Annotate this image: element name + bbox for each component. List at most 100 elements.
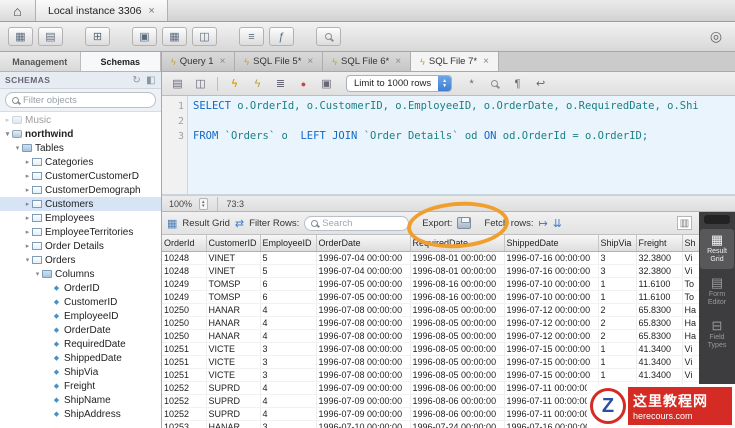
grid-cell[interactable]: 2 <box>598 316 636 329</box>
grid-cell[interactable]: 41.3400 <box>636 342 682 355</box>
tab-close-icon[interactable]: × <box>395 56 401 67</box>
column-header-orderid[interactable]: OrderId <box>162 235 206 251</box>
grid-cell[interactable]: 1996-08-01 00:00:00 <box>410 251 504 264</box>
grid-cell[interactable]: 10248 <box>162 264 206 277</box>
grid-cell[interactable]: 3 <box>598 251 636 264</box>
tree-item-columns[interactable]: ▾Columns <box>0 267 161 281</box>
grid-cell[interactable]: 1996-08-05 00:00:00 <box>410 355 504 368</box>
fetch-next-icon[interactable]: ↦ <box>539 217 548 230</box>
grid-cell[interactable]: 1996-07-12 00:00:00 <box>504 316 598 329</box>
stop-icon[interactable]: ● <box>295 76 312 92</box>
column-header-customerid[interactable]: CustomerID <box>206 235 260 251</box>
grid-cell[interactable]: 1996-07-12 00:00:00 <box>504 303 598 316</box>
connection-tab[interactable]: Local instance 3306 × <box>36 0 168 21</box>
grid-cell[interactable]: Ha <box>682 316 699 329</box>
grid-cell[interactable]: 1996-07-10 00:00:00 <box>316 420 410 428</box>
column-header-orderdate[interactable]: OrderDate <box>316 235 410 251</box>
limit-rows-select[interactable]: Limit to 1000 rows ▲ ▼ <box>346 75 452 92</box>
disclosure-triangle-icon[interactable]: ▾ <box>23 256 32 264</box>
grid-cell[interactable]: 2 <box>598 303 636 316</box>
create-function-icon[interactable]: ƒ <box>269 27 294 46</box>
side-panel-field-types[interactable]: ⊟Field Types <box>700 315 734 355</box>
editor-tab-sql-file-7[interactable]: ϟSQL File 7*× <box>411 52 499 71</box>
grid-cell[interactable]: 65.8300 <box>636 303 682 316</box>
grid-cell[interactable]: 1996-08-05 00:00:00 <box>410 329 504 342</box>
grid-cell[interactable]: TOMSP <box>206 290 260 303</box>
grid-cell[interactable]: 32.3800 <box>636 264 682 277</box>
grid-cell[interactable]: 3 <box>260 342 316 355</box>
open-script-icon[interactable]: ▤ <box>169 76 186 92</box>
tab-close-icon[interactable]: × <box>307 56 313 67</box>
grid-cell[interactable]: 1996-07-08 00:00:00 <box>316 355 410 368</box>
grid-cell[interactable]: 1996-07-12 00:00:00 <box>504 329 598 342</box>
grid-cell[interactable]: 1996-08-05 00:00:00 <box>410 316 504 329</box>
save-script-icon[interactable]: ◫ <box>192 76 209 92</box>
grid-cell[interactable]: 10252 <box>162 381 206 394</box>
grid-cell[interactable]: 1996-07-15 00:00:00 <box>504 342 598 355</box>
export-recordset-icon[interactable] <box>457 217 471 229</box>
refresh-grid-icon[interactable]: ⇄ <box>235 217 244 230</box>
grid-cell[interactable]: To <box>682 277 699 290</box>
explain-icon[interactable]: ≣ <box>272 76 289 92</box>
create-schema-icon[interactable]: ▣ <box>132 27 157 46</box>
code-area[interactable]: SELECT o.OrderId, o.CustomerID, o.Employ… <box>188 96 735 194</box>
refresh-schemas-icon[interactable]: ↻ <box>132 75 141 86</box>
grid-cell[interactable]: 1996-07-10 00:00:00 <box>504 277 598 290</box>
grid-cell[interactable]: 1996-07-11 00:00:00 <box>504 381 598 394</box>
grid-cell[interactable]: 1996-08-05 00:00:00 <box>410 303 504 316</box>
grid-cell[interactable]: HANAR <box>206 420 260 428</box>
editor-tab-query-1[interactable]: ϟQuery 1× <box>162 52 235 71</box>
tree-item-orderid[interactable]: ◆OrderID <box>0 281 161 295</box>
tree-item-employeeterritories[interactable]: ▸EmployeeTerritories <box>0 225 161 239</box>
grid-cell[interactable]: To <box>682 290 699 303</box>
fetch-all-icon[interactable]: ⇊ <box>553 217 562 230</box>
grid-cell[interactable]: Vi <box>682 342 699 355</box>
grid-cell[interactable]: 1996-07-15 00:00:00 <box>504 355 598 368</box>
side-panel-form-editor[interactable]: ▤Form Editor <box>700 272 734 312</box>
tree-item-shippeddate[interactable]: ◆ShippedDate <box>0 351 161 365</box>
grid-cell[interactable]: 1996-07-11 00:00:00 <box>504 407 598 420</box>
grid-cell[interactable]: 1996-07-08 00:00:00 <box>316 329 410 342</box>
grid-cell[interactable]: HANAR <box>206 316 260 329</box>
zoom-stepper[interactable]: ▴ ▾ <box>199 198 208 210</box>
grid-cell[interactable]: 6 <box>260 290 316 303</box>
tree-item-customerid[interactable]: ◆CustomerID <box>0 295 161 309</box>
grid-cell[interactable]: 4 <box>260 316 316 329</box>
tree-item-categories[interactable]: ▸Categories <box>0 155 161 169</box>
beautify-icon[interactable]: * <box>463 76 480 92</box>
grid-cell[interactable]: SUPRD <box>206 381 260 394</box>
grid-cell[interactable]: 1996-07-05 00:00:00 <box>316 290 410 303</box>
disclosure-triangle-icon[interactable]: ▸ <box>3 116 12 124</box>
search-data-icon[interactable] <box>316 27 341 46</box>
grid-cell[interactable]: VICTE <box>206 342 260 355</box>
grid-cell[interactable]: 1996-07-04 00:00:00 <box>316 251 410 264</box>
tab-management[interactable]: Management <box>0 52 81 71</box>
editor-tab-sql-file-5[interactable]: ϟSQL File 5*× <box>235 52 323 71</box>
toggle-stop-on-error-icon[interactable]: ▣ <box>318 76 335 92</box>
filter-objects-input[interactable]: Filter objects <box>5 92 156 108</box>
grid-cell[interactable]: 1996-07-08 00:00:00 <box>316 303 410 316</box>
grid-cell[interactable]: 10250 <box>162 303 206 316</box>
grid-cell[interactable]: 10250 <box>162 316 206 329</box>
disclosure-triangle-icon[interactable]: ▸ <box>23 228 32 236</box>
disclosure-triangle-icon[interactable]: ▸ <box>23 200 32 208</box>
grid-cell[interactable]: Vi <box>682 251 699 264</box>
disclosure-triangle-icon[interactable]: ▸ <box>23 214 32 222</box>
tree-item-music[interactable]: ▸Music <box>0 113 161 127</box>
grid-cell[interactable]: 1996-07-15 00:00:00 <box>504 368 598 381</box>
grid-cell[interactable]: 4 <box>260 381 316 394</box>
collapse-panel-icon[interactable]: ◧ <box>146 75 156 86</box>
grid-cell[interactable]: 10251 <box>162 368 206 381</box>
grid-cell[interactable]: 1996-08-06 00:00:00 <box>410 394 504 407</box>
disclosure-triangle-icon[interactable]: ▾ <box>3 130 12 138</box>
grid-cell[interactable]: 1996-07-09 00:00:00 <box>316 394 410 407</box>
tree-item-tables[interactable]: ▾Tables <box>0 141 161 155</box>
new-sql-tab-icon[interactable]: ⊞ <box>85 27 110 46</box>
grid-cell[interactable]: 65.8300 <box>636 316 682 329</box>
grid-cell[interactable]: 10252 <box>162 407 206 420</box>
create-view-icon[interactable]: ◫ <box>192 27 217 46</box>
grid-cell[interactable]: 4 <box>260 394 316 407</box>
grid-cell[interactable]: 41.3400 <box>636 368 682 381</box>
grid-cell[interactable]: 32.3800 <box>636 251 682 264</box>
disclosure-triangle-icon[interactable]: ▸ <box>23 158 32 166</box>
